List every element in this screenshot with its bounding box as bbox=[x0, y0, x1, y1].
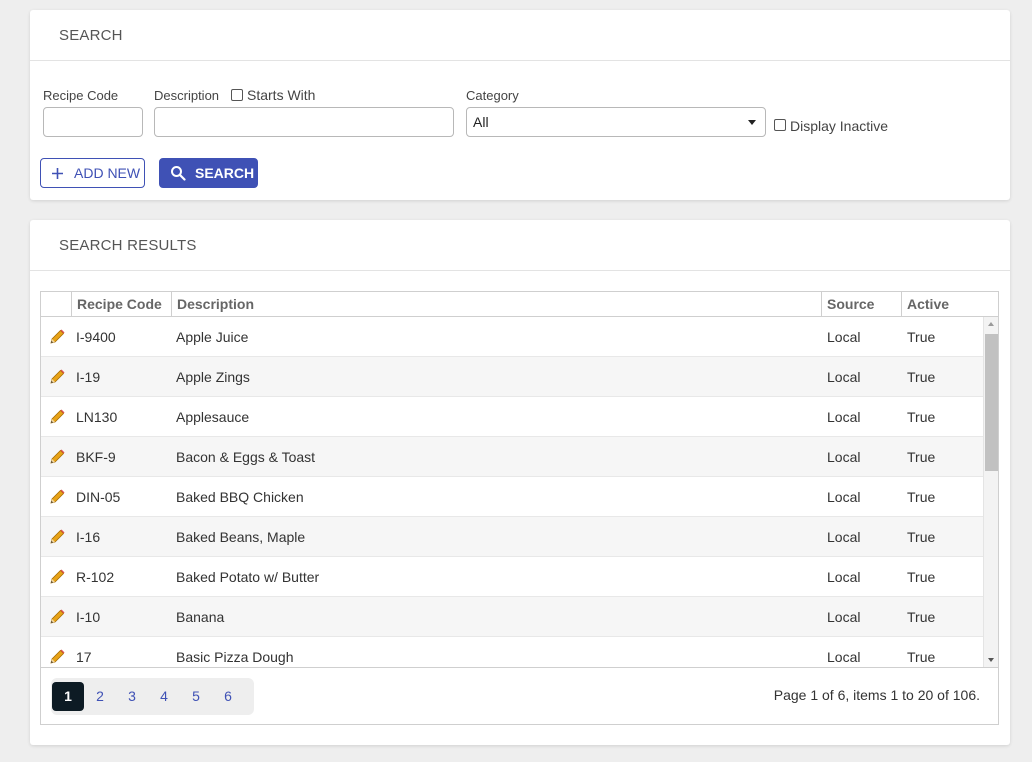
category-select[interactable]: All bbox=[466, 107, 766, 137]
results-panel: SEARCH RESULTS Recipe Code Description S… bbox=[30, 220, 1010, 745]
results-panel-title: SEARCH RESULTS bbox=[30, 220, 1010, 271]
cell-active: True bbox=[907, 329, 936, 345]
cell-recipe-code: I-16 bbox=[76, 529, 101, 545]
pencil-icon[interactable] bbox=[48, 328, 66, 346]
description-label: Description bbox=[154, 88, 220, 103]
search-button[interactable]: SEARCH bbox=[159, 158, 258, 188]
cell-description: Basic Pizza Dough bbox=[176, 649, 294, 665]
cell-source: Local bbox=[827, 449, 861, 465]
table-row[interactable]: LN130 Applesauce Local True bbox=[41, 397, 983, 437]
plus-icon bbox=[51, 167, 64, 180]
cell-source: Local bbox=[827, 489, 861, 505]
pencil-icon[interactable] bbox=[48, 408, 66, 426]
cell-active: True bbox=[907, 489, 936, 505]
cell-source: Local bbox=[827, 529, 861, 545]
cell-recipe-code: I-10 bbox=[76, 609, 101, 625]
cell-source: Local bbox=[827, 649, 861, 665]
display-inactive-checkbox[interactable] bbox=[774, 119, 786, 131]
scrollbar-thumb[interactable] bbox=[985, 334, 998, 471]
search-panel: SEARCH Recipe Code Description Starts Wi… bbox=[30, 10, 1010, 200]
cell-description: Bacon & Eggs & Toast bbox=[176, 449, 316, 465]
cell-description: Apple Zings bbox=[176, 369, 250, 385]
column-header-active[interactable]: Active bbox=[901, 292, 998, 316]
cell-active: True bbox=[907, 609, 936, 625]
recipe-code-input[interactable] bbox=[43, 107, 143, 137]
add-new-label: ADD NEW bbox=[74, 165, 141, 181]
grid-body: I-9400 Apple Juice Local True I-19 Apple Zing… bbox=[41, 317, 983, 667]
cell-description: Baked Beans, Maple bbox=[176, 529, 306, 545]
cell-description: Banana bbox=[176, 609, 225, 625]
table-row[interactable]: DIN-05 Baked BBQ Chicken Local True bbox=[41, 477, 983, 517]
cell-description: Applesauce bbox=[176, 409, 250, 425]
description-input[interactable] bbox=[154, 107, 454, 137]
cell-source: Local bbox=[827, 369, 861, 385]
cell-active: True bbox=[907, 529, 936, 545]
starts-with-checkbox[interactable] bbox=[231, 89, 243, 101]
column-header-source[interactable]: Source bbox=[821, 292, 901, 316]
scroll-up-icon[interactable] bbox=[988, 322, 994, 326]
scroll-down-icon[interactable] bbox=[988, 658, 994, 662]
magnifier-icon bbox=[170, 165, 186, 181]
results-grid: Recipe Code Description Source Active I-… bbox=[40, 291, 999, 725]
pagination: 123456 bbox=[51, 678, 254, 715]
caret-down-icon bbox=[748, 120, 756, 125]
page-button-5[interactable]: 5 bbox=[180, 682, 212, 711]
table-row[interactable]: I-9400 Apple Juice Local True bbox=[41, 317, 983, 357]
column-header-description[interactable]: Description bbox=[171, 292, 821, 316]
pencil-icon[interactable] bbox=[48, 568, 66, 586]
cell-description: Baked Potato w/ Butter bbox=[176, 569, 320, 585]
pencil-icon[interactable] bbox=[48, 448, 66, 466]
table-row[interactable]: I-10 Banana Local True bbox=[41, 597, 983, 637]
cell-active: True bbox=[907, 569, 936, 585]
starts-with-label: Starts With bbox=[247, 87, 316, 103]
cell-description: Apple Juice bbox=[176, 329, 249, 345]
cell-recipe-code: R-102 bbox=[76, 569, 115, 585]
cell-source: Local bbox=[827, 609, 861, 625]
page-button-6[interactable]: 6 bbox=[212, 682, 244, 711]
cell-recipe-code: LN130 bbox=[76, 409, 118, 425]
page-button-2[interactable]: 2 bbox=[84, 682, 116, 711]
table-row[interactable]: BKF-9 Bacon & Eggs & Toast Local True bbox=[41, 437, 983, 477]
page-button-4[interactable]: 4 bbox=[148, 682, 180, 711]
cell-recipe-code: BKF-9 bbox=[76, 449, 116, 465]
vertical-scrollbar[interactable] bbox=[983, 317, 998, 667]
table-row[interactable]: I-16 Baked Beans, Maple Local True bbox=[41, 517, 983, 557]
category-selected-value: All bbox=[473, 114, 489, 130]
search-panel-title: SEARCH bbox=[30, 10, 1010, 61]
pager-info: Page 1 of 6, items 1 to 20 of 106. bbox=[773, 687, 980, 703]
pencil-icon[interactable] bbox=[48, 528, 66, 546]
category-label: Category bbox=[466, 88, 519, 103]
cell-recipe-code: I-9400 bbox=[76, 329, 116, 345]
cell-source: Local bbox=[827, 569, 861, 585]
table-row[interactable]: R-102 Baked Potato w/ Butter Local True bbox=[41, 557, 983, 597]
pencil-icon[interactable] bbox=[48, 368, 66, 386]
display-inactive-label: Display Inactive bbox=[790, 118, 889, 134]
column-header-recipe-code[interactable]: Recipe Code bbox=[71, 292, 171, 316]
cell-recipe-code: 17 bbox=[76, 649, 92, 665]
cell-active: True bbox=[907, 649, 936, 665]
page-button-1[interactable]: 1 bbox=[52, 682, 84, 711]
grid-header: Recipe Code Description Source Active bbox=[41, 292, 998, 317]
cell-active: True bbox=[907, 369, 936, 385]
cell-active: True bbox=[907, 449, 936, 465]
cell-active: True bbox=[907, 409, 936, 425]
pencil-icon[interactable] bbox=[48, 488, 66, 506]
add-new-button[interactable]: ADD NEW bbox=[40, 158, 145, 188]
search-label: SEARCH bbox=[195, 165, 255, 181]
page-button-3[interactable]: 3 bbox=[116, 682, 148, 711]
cell-source: Local bbox=[827, 409, 861, 425]
recipe-code-label: Recipe Code bbox=[43, 88, 119, 103]
table-row[interactable]: I-19 Apple Zings Local True bbox=[41, 357, 983, 397]
pager-bar: 123456 Page 1 of 6, items 1 to 20 of 106… bbox=[41, 667, 998, 724]
cell-recipe-code: I-19 bbox=[76, 369, 101, 385]
cell-source: Local bbox=[827, 329, 861, 345]
cell-recipe-code: DIN-05 bbox=[76, 489, 121, 505]
pencil-icon[interactable] bbox=[48, 648, 66, 666]
cell-description: Baked BBQ Chicken bbox=[176, 489, 304, 505]
table-row[interactable]: 17 Basic Pizza Dough Local True bbox=[41, 637, 983, 667]
pencil-icon[interactable] bbox=[48, 608, 66, 626]
